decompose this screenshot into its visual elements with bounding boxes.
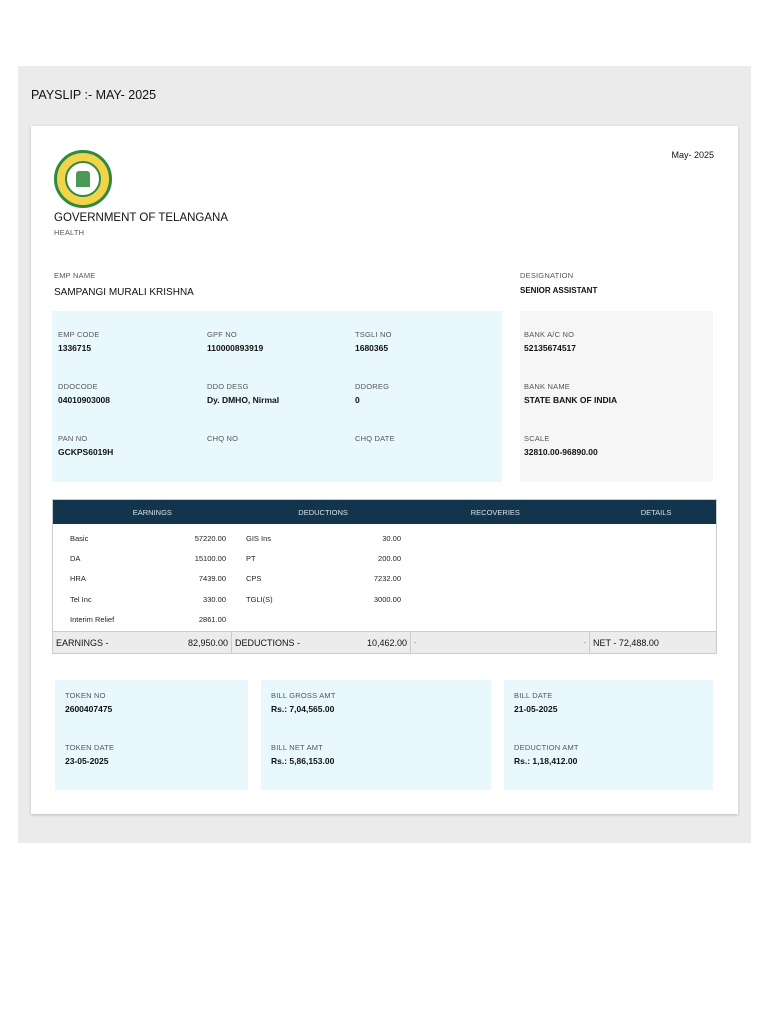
- token-no-value: 2600407475: [65, 704, 113, 714]
- deduction-name: CPS: [246, 574, 262, 584]
- table-header: EARNINGS DEDUCTIONS RECOVERIES DETAILS: [53, 500, 716, 524]
- page-title: PAYSLIP :- MAY- 2025: [31, 88, 157, 102]
- deduction-name: TGLI(S): [246, 594, 273, 604]
- header-deductions: DEDUCTIONS: [298, 507, 348, 517]
- scale-value: 32810.00-96890.00: [524, 447, 598, 457]
- deduction-amount: 30.00: [382, 533, 401, 543]
- earnings-deductions-table: EARNINGS DEDUCTIONS RECOVERIES DETAILS B…: [52, 499, 717, 655]
- bank-a-c-no-label: BANK A/C NO: [524, 330, 575, 339]
- ddocode-value: 04010903008: [58, 395, 111, 405]
- earning-amount: 330.00: [203, 594, 226, 604]
- bill-net-amt-label: BILL NET AMT: [271, 743, 323, 752]
- total-deductions-label: DEDUCTIONS -: [235, 637, 300, 648]
- telangana-emblem-logo: [54, 150, 112, 208]
- table-row: Basic 57220.00 GIS Ins 30.00: [53, 528, 716, 548]
- chq-date-label: CHQ DATE: [355, 434, 395, 443]
- header-recoveries: RECOVERIES: [470, 507, 520, 517]
- gpf-no-value: 110000893919: [207, 343, 264, 353]
- earning-name: Tel Inc: [70, 594, 92, 604]
- bank-a-c-no-value: 52135674517: [524, 343, 577, 353]
- tsgli-no-label: TSGLI NO: [355, 330, 392, 339]
- header-earnings: EARNINGS: [132, 507, 172, 517]
- header-details: DETAILS: [640, 507, 672, 517]
- emp-name-label: EMP NAME: [54, 271, 96, 280]
- department: HEALTH: [54, 228, 85, 237]
- ddo-desg-label: DDO DESG: [207, 382, 249, 391]
- ddoreg-value: 0: [355, 395, 360, 405]
- deduction-amt-value: Rs.: 1,18,412.00: [514, 756, 578, 766]
- total-earnings-label: EARNINGS -: [56, 637, 109, 648]
- ddo-desg-value: Dy. DMHO, Nirmal: [207, 395, 280, 405]
- bill-date-label: BILL DATE: [514, 691, 553, 700]
- bill-date-value: 21-05-2025: [514, 704, 558, 714]
- gpf-no-label: GPF NO: [207, 330, 237, 339]
- bank-name-label: BANK NAME: [524, 382, 570, 391]
- emp-code-value: 1336715: [58, 343, 92, 353]
- earning-amount: 2861.00: [198, 614, 226, 624]
- total-earnings: 82,950.00: [187, 637, 228, 648]
- designation: SENIOR ASSISTANT: [520, 286, 598, 295]
- chq-no-label: CHQ NO: [207, 434, 239, 443]
- bill-gross-amt-label: BILL GROSS AMT: [271, 691, 336, 700]
- total-deductions: 10,462.00: [366, 637, 407, 648]
- table-row: Interim Relief 2861.00: [53, 609, 716, 629]
- earning-name: Interim Relief: [70, 614, 115, 624]
- table-footer: EARNINGS - 82,950.00 DEDUCTIONS - 10,462.0…: [53, 631, 716, 654]
- emp-code-label: EMP CODE: [58, 330, 100, 339]
- payslip-month: May- 2025: [671, 150, 714, 160]
- token-date-value: 23-05-2025: [65, 756, 109, 766]
- earning-amount: 57220.00: [194, 533, 226, 543]
- emp-name: SAMPANGI MURALI KRISHNA: [54, 287, 194, 298]
- earning-amount: 15100.00: [194, 553, 226, 563]
- deduction-amt-label: DEDUCTION AMT: [514, 743, 579, 752]
- table-row: DA 15100.00 PT 200.00: [53, 548, 716, 568]
- deduction-name: GIS Ins: [246, 533, 272, 543]
- payslip-card: May- 2025 GOVERNMENT OF TELANGANA HEALTH…: [31, 126, 738, 814]
- ddocode-label: DDOCODE: [58, 382, 98, 391]
- earning-name: Basic: [70, 533, 89, 543]
- bill-net-amt-value: Rs.: 5,86,153.00: [271, 756, 335, 766]
- bill-gross-amt-value: Rs.: 7,04,565.00: [271, 704, 335, 714]
- bank-name-value: STATE BANK OF INDIA: [524, 395, 618, 405]
- total-recoveries: -: [583, 638, 587, 648]
- net-pay: NET - 72,488.00: [593, 637, 659, 648]
- deduction-amount: 200.00: [378, 553, 401, 563]
- token-date-label: TOKEN DATE: [65, 743, 115, 752]
- earning-name: DA: [70, 553, 81, 563]
- designation-label: DESIGNATION: [520, 271, 574, 280]
- deduction-name: PT: [246, 553, 256, 563]
- pan-no-value: GCKPS6019H: [58, 447, 114, 457]
- ddoreg-label: DDOREG: [355, 382, 390, 391]
- deduction-amount: 7232.00: [373, 574, 401, 584]
- table-row: HRA 7439.00 CPS 7232.00: [53, 569, 716, 589]
- table-row: Tel Inc 330.00 TGLI(S) 3000.00: [53, 589, 716, 609]
- token-no-label: TOKEN NO: [65, 691, 106, 700]
- org-name: GOVERNMENT OF TELANGANA: [54, 212, 229, 224]
- deduction-amount: 3000.00: [373, 594, 401, 604]
- recoveries-label: -: [414, 638, 417, 648]
- tsgli-no-value: 1680365: [355, 343, 389, 353]
- pan-no-label: PAN NO: [58, 434, 88, 443]
- scale-label: SCALE: [524, 434, 550, 443]
- earning-amount: 7439.00: [198, 574, 226, 584]
- earning-name: HRA: [70, 574, 86, 584]
